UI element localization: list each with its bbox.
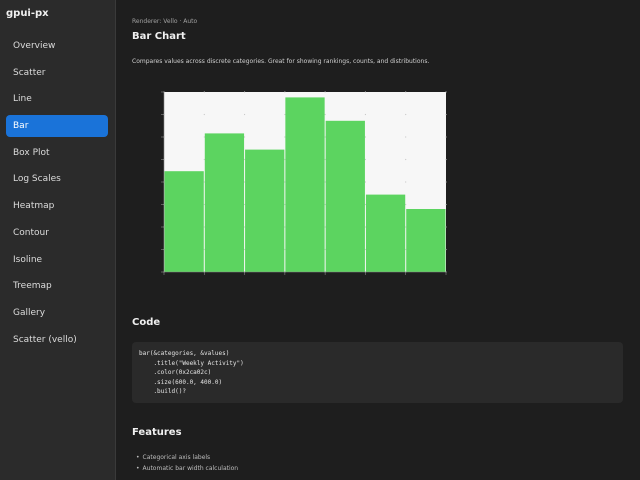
grid-dot: [243, 226, 246, 228]
main-content: Renderer: Vello · Auto Bar Chart Compare…: [117, 0, 640, 480]
grid-dot: [324, 181, 326, 183]
grid-dot: [445, 91, 447, 93]
grid-dot: [364, 91, 367, 93]
grid-dot: [284, 248, 286, 251]
grid-dot: [284, 181, 286, 183]
grid-dot: [405, 226, 407, 228]
grid-dot: [364, 113, 367, 116]
bar: [204, 133, 245, 272]
sidebar-item-contour[interactable]: Contour: [6, 222, 108, 244]
code-block: bar(&categories, &values) .title("Weekly…: [132, 342, 623, 403]
grid-dot: [405, 113, 407, 116]
feature-item: Automatic bar width calculation: [136, 463, 239, 474]
grid-dot: [445, 226, 447, 228]
grid-dot: [203, 181, 205, 183]
grid-dot: [203, 91, 205, 93]
grid-dot: [284, 113, 286, 116]
grid-dot: [324, 158, 326, 161]
grid-dot: [243, 113, 246, 116]
grid-dot: [324, 136, 326, 138]
grid-dot: [203, 248, 205, 251]
grid-dot: [445, 203, 447, 206]
grid-dot: [284, 226, 286, 228]
sidebar-item-line[interactable]: Line: [6, 88, 108, 110]
grid-dot: [364, 248, 367, 251]
page-description: Compares values across discrete categori…: [132, 58, 430, 65]
renderer-breadcrumb: Renderer: Vello · Auto: [132, 18, 198, 25]
grid-dot: [203, 136, 205, 138]
grid-dot: [203, 203, 205, 206]
grid-dot: [445, 181, 447, 183]
grid-dot: [243, 158, 246, 161]
grid-dot: [405, 248, 407, 251]
bar: [325, 120, 365, 272]
grid-dot: [445, 113, 447, 116]
grid-dot: [364, 136, 367, 138]
bar: [164, 171, 204, 272]
sidebar-nav: Overview Scatter Line Bar Box Plot Log Scales…: [6, 35, 108, 355]
grid-dot: [324, 226, 326, 228]
grid-dot: [243, 181, 246, 183]
grid-dot: [243, 203, 246, 206]
sidebar-item-box-plot[interactable]: Box Plot: [6, 142, 108, 164]
grid-dot: [284, 136, 286, 138]
bar-chart: [161, 91, 447, 275]
grid-dot: [445, 136, 447, 138]
sidebar-item-scatter[interactable]: Scatter: [6, 62, 108, 84]
features-section-title: Features: [132, 427, 182, 438]
sidebar-item-log-scales[interactable]: Log Scales: [6, 168, 108, 190]
features-list: Categorical axis labelsAutomatic bar wid…: [136, 452, 239, 474]
grid-dot: [243, 136, 246, 138]
grid-dot: [445, 158, 447, 161]
grid-dot: [284, 203, 286, 206]
grid-dot: [405, 203, 407, 206]
grid-dot: [405, 158, 407, 161]
grid-dot: [364, 158, 367, 161]
sidebar: gpui-px Overview Scatter Line Bar Box Plot Lo…: [0, 0, 116, 480]
grid-dot: [405, 91, 407, 93]
sidebar-item-bar[interactable]: Bar: [6, 115, 108, 138]
grid-dot: [445, 248, 447, 251]
grid-dot: [324, 91, 326, 93]
grid-dot: [203, 158, 205, 161]
grid-dot: [324, 113, 326, 116]
grid-dot: [405, 181, 407, 183]
sidebar-item-heatmap[interactable]: Heatmap: [6, 195, 108, 217]
sidebar-item-isoline[interactable]: Isoline: [6, 249, 108, 271]
feature-item: Categorical axis labels: [136, 452, 238, 463]
grid-dot: [243, 248, 246, 251]
grid-dot: [364, 181, 367, 183]
code-section-title: Code: [132, 317, 161, 328]
bar: [285, 97, 325, 273]
bar: [406, 209, 446, 272]
sidebar-item-gallery[interactable]: Gallery: [6, 302, 108, 324]
grid-dot: [364, 203, 367, 206]
sidebar-item-scatter-vello[interactable]: Scatter (vello): [6, 329, 108, 351]
grid-dot: [203, 113, 205, 116]
grid-dot: [203, 226, 205, 228]
bar: [245, 149, 285, 272]
grid-dot: [324, 248, 326, 251]
page-title: Bar Chart: [132, 31, 186, 42]
grid-dot: [284, 158, 286, 161]
sidebar-item-treemap[interactable]: Treemap: [6, 275, 108, 297]
grid-dot: [324, 203, 326, 206]
bar: [365, 194, 406, 272]
grid-dot: [364, 226, 367, 228]
sidebar-item-overview[interactable]: Overview: [6, 35, 108, 57]
app-title: gpui-px: [6, 8, 49, 19]
grid-dot: [405, 136, 407, 138]
grid-dot: [243, 91, 246, 93]
grid-dot: [284, 91, 286, 93]
